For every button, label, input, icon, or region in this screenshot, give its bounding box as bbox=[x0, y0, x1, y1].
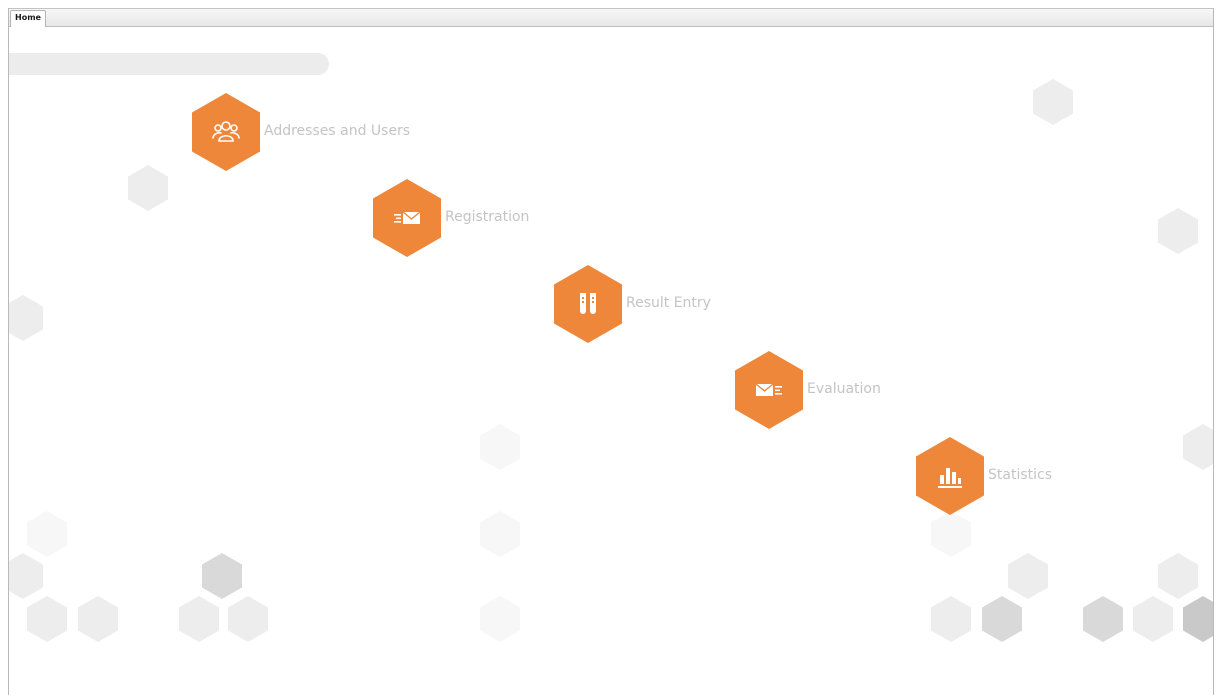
decorative-hexagon bbox=[1183, 596, 1213, 642]
decorative-hexagon bbox=[9, 295, 43, 341]
decorative-hexagon bbox=[228, 596, 268, 642]
decorative-hexagon bbox=[931, 596, 971, 642]
menu-hexagon[interactable] bbox=[916, 437, 984, 515]
menu-hexagon[interactable] bbox=[192, 93, 260, 171]
menu-item-label[interactable]: Registration bbox=[445, 207, 529, 227]
decorative-hexagon bbox=[78, 596, 118, 642]
menu-item-label[interactable]: Result Entry bbox=[626, 293, 711, 313]
bar-chart-icon bbox=[938, 468, 962, 488]
decorative-hexagon bbox=[480, 424, 520, 470]
envelope-list-icon bbox=[755, 383, 782, 396]
decorative-hexagon bbox=[27, 511, 67, 557]
decorative-hexagon bbox=[128, 165, 168, 211]
menu-item-label[interactable]: Evaluation bbox=[807, 379, 881, 399]
menu-item-label[interactable]: Addresses and Users bbox=[264, 121, 410, 141]
decorative-hexagon bbox=[931, 511, 971, 557]
test-tubes-icon bbox=[580, 293, 596, 314]
menu-hexagon[interactable] bbox=[735, 351, 803, 429]
envelope-fast-icon bbox=[394, 211, 421, 224]
decorative-hexagon bbox=[1133, 596, 1173, 642]
tab-home[interactable]: Home bbox=[10, 10, 46, 27]
decorative-hexagon bbox=[27, 596, 67, 642]
decorative-hexagon bbox=[480, 511, 520, 557]
decorative-hexagon bbox=[9, 553, 43, 599]
decorative-hexagon bbox=[1183, 424, 1213, 470]
decorative-hexagon bbox=[982, 596, 1022, 642]
decorative-hexagon bbox=[1008, 553, 1048, 599]
menu-item-label[interactable]: Statistics bbox=[988, 465, 1052, 485]
top-bar bbox=[9, 53, 329, 75]
decorative-hexagon bbox=[1158, 553, 1198, 599]
users-icon bbox=[212, 121, 240, 142]
menu-hexagon[interactable] bbox=[554, 265, 622, 343]
decorative-hexagon bbox=[1033, 79, 1073, 125]
menu-hexagon[interactable] bbox=[373, 179, 441, 257]
app-window: Home Addresses and Users Registration Re… bbox=[8, 8, 1214, 695]
decorative-hexagon bbox=[1083, 596, 1123, 642]
decorative-hexagon bbox=[480, 596, 520, 642]
decorative-hexagon bbox=[1158, 208, 1198, 254]
home-dashboard: Addresses and Users Registration Result … bbox=[9, 27, 1213, 695]
tab-bar: Home bbox=[9, 8, 1213, 27]
decorative-hexagon bbox=[179, 596, 219, 642]
decorative-hexagon bbox=[202, 553, 242, 599]
